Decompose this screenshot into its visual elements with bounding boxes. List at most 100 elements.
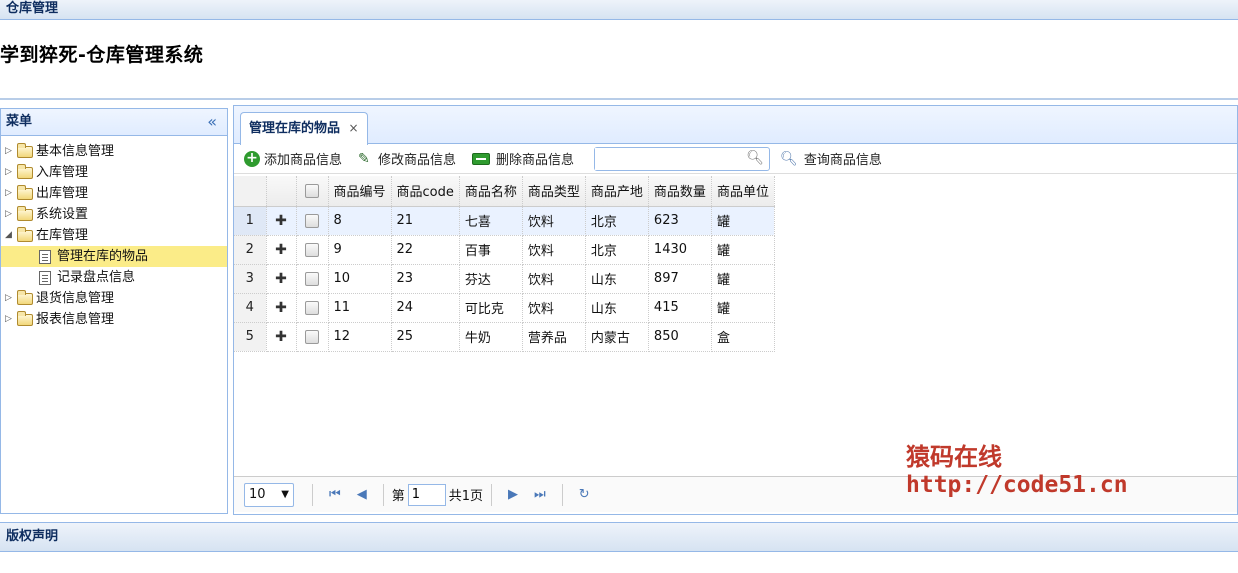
- row-number: 2: [234, 235, 267, 265]
- menu-tree: ▷ 基本信息管理 ▷ 入库管理 ▷ 出库管理 ▷ 系统设置 ◢ 在库管理 管理在…: [1, 136, 227, 330]
- column-header[interactable]: 商品数量: [648, 176, 712, 207]
- table-row[interactable]: 2 ✚ 9 22 百事 饮料 北京 1430 罐: [234, 235, 775, 265]
- page-size-select[interactable]: 10 ▼: [244, 482, 294, 507]
- cell-quantity: 850: [648, 322, 712, 352]
- cell-code: 22: [391, 235, 460, 265]
- menu-item-inbound[interactable]: ▷ 入库管理: [1, 162, 227, 183]
- table-row[interactable]: 3 ✚ 10 23 芬达 饮料 山东 897 罐: [234, 264, 775, 294]
- menu-item-reports[interactable]: ▷ 报表信息管理: [1, 309, 227, 330]
- delete-button[interactable]: 删除商品信息: [472, 149, 574, 168]
- menu-header: 菜单 «: [1, 109, 227, 136]
- table-header-row: 商品编号 商品code 商品名称 商品类型 商品产地 商品数量 商品单位: [234, 176, 775, 207]
- prev-page-icon[interactable]: ◀: [357, 487, 367, 502]
- expand-arrow-icon[interactable]: ▷: [5, 141, 17, 162]
- collapse-icon[interactable]: «: [207, 109, 217, 135]
- cell-quantity: 897: [648, 264, 712, 294]
- menu-item-label: 入库管理: [36, 165, 89, 180]
- side-menu: 菜单 « ▷ 基本信息管理 ▷ 入库管理 ▷ 出库管理 ▷ 系统设置 ◢ 在库管…: [0, 108, 228, 514]
- select-all-header: [296, 176, 329, 207]
- row-checkbox[interactable]: [305, 300, 319, 315]
- pencil-icon: ✎: [358, 150, 370, 167]
- watermark-url: http://code51.cn: [906, 472, 1128, 498]
- menu-item-label: 报表信息管理: [36, 312, 115, 327]
- row-number: 3: [234, 264, 267, 294]
- folder-icon: [17, 142, 33, 158]
- folder-icon: [17, 163, 33, 179]
- select-all-checkbox[interactable]: [305, 183, 319, 198]
- menu-item-returns[interactable]: ▷ 退货信息管理: [1, 288, 227, 309]
- open-folder-icon: [17, 226, 33, 242]
- row-checkbox-cell: [296, 264, 329, 294]
- expand-arrow-icon[interactable]: ▷: [5, 309, 17, 330]
- menu-item-basic-info[interactable]: ▷ 基本信息管理: [1, 141, 227, 162]
- menu-item-in-stock[interactable]: ◢ 在库管理: [1, 225, 227, 246]
- divider: [561, 483, 563, 506]
- menu-item-inventory-record[interactable]: 记录盘点信息: [1, 267, 227, 288]
- first-page-icon[interactable]: ⏮: [329, 487, 341, 502]
- menu-item-label: 记录盘点信息: [57, 270, 136, 285]
- column-header[interactable]: 商品名称: [459, 176, 523, 207]
- tab-manage-stock[interactable]: 管理在库的物品 ×: [240, 112, 368, 145]
- menu-item-outbound[interactable]: ▷ 出库管理: [1, 183, 227, 204]
- cell-name: 芬达: [459, 264, 523, 294]
- page-size-value: 10: [249, 486, 266, 502]
- expand-arrow-icon[interactable]: ▷: [5, 183, 17, 204]
- row-checkbox-cell: [296, 235, 329, 265]
- column-header[interactable]: 商品类型: [522, 176, 586, 207]
- row-checkbox[interactable]: [305, 213, 319, 228]
- cell-id: 10: [328, 264, 392, 294]
- query-label: 查询商品信息: [803, 153, 882, 168]
- menu-item-manage-stock[interactable]: 管理在库的物品: [1, 246, 227, 267]
- expand-arrow-icon[interactable]: ▷: [5, 204, 17, 225]
- cell-type: 饮料: [522, 206, 586, 236]
- divider: [491, 483, 492, 506]
- expand-row-icon[interactable]: ✚: [266, 264, 297, 294]
- row-checkbox[interactable]: [305, 271, 319, 286]
- menu-item-settings[interactable]: ▷ 系统设置: [1, 204, 227, 225]
- folder-icon: [17, 289, 33, 305]
- folder-icon: [17, 310, 33, 326]
- add-button[interactable]: + 添加商品信息: [244, 149, 342, 168]
- refresh-icon[interactable]: ↻: [579, 487, 590, 502]
- document-icon: [39, 249, 51, 264]
- column-header[interactable]: 商品单位: [711, 176, 775, 207]
- row-checkbox[interactable]: [305, 329, 319, 344]
- folder-icon: [17, 184, 33, 200]
- expand-row-icon[interactable]: ✚: [266, 206, 297, 236]
- expand-row-icon[interactable]: ✚: [266, 293, 297, 323]
- row-checkbox[interactable]: [305, 242, 319, 257]
- row-number: 1: [234, 206, 267, 236]
- goods-table: 商品编号 商品code 商品名称 商品类型 商品产地 商品数量 商品单位 1 ✚…: [234, 176, 775, 352]
- expand-arrow-icon[interactable]: ▷: [5, 288, 17, 309]
- cell-quantity: 623: [648, 206, 712, 236]
- tab-close-icon[interactable]: ×: [349, 121, 359, 135]
- cell-name: 可比克: [459, 293, 523, 323]
- cell-origin: 内蒙古: [585, 322, 649, 352]
- column-header[interactable]: 商品产地: [585, 176, 649, 207]
- search-icon[interactable]: 🔍︎: [746, 150, 764, 166]
- table-row[interactable]: 5 ✚ 12 25 牛奶 营养品 内蒙古 850 盒: [234, 322, 775, 352]
- column-header[interactable]: 商品code: [391, 176, 460, 207]
- page-total: 共1页: [448, 489, 483, 504]
- search-input[interactable]: [595, 147, 746, 170]
- cell-id: 9: [328, 235, 392, 265]
- table-row[interactable]: 1 ✚ 8 21 七喜 饮料 北京 623 罐: [234, 206, 775, 236]
- expand-row-icon[interactable]: ✚: [266, 235, 297, 265]
- next-page-icon[interactable]: ▶: [508, 487, 518, 502]
- data-grid: 商品编号 商品code 商品名称 商品类型 商品产地 商品数量 商品单位 1 ✚…: [234, 176, 775, 352]
- tab-label: 管理在库的物品: [249, 121, 341, 136]
- page-number-input[interactable]: [407, 483, 446, 506]
- cell-code: 21: [391, 206, 460, 236]
- cell-quantity: 1430: [648, 235, 712, 265]
- column-header[interactable]: 商品编号: [328, 176, 392, 207]
- cell-code: 24: [391, 293, 460, 323]
- main-panel: 管理在库的物品 × + 添加商品信息 ✎ 修改商品信息 删除商品信息 🔍︎ 🔍︎…: [233, 105, 1238, 515]
- expand-row-icon[interactable]: ✚: [266, 322, 297, 352]
- last-page-icon[interactable]: ⏭: [534, 487, 546, 502]
- expand-header: [266, 176, 297, 207]
- table-row[interactable]: 4 ✚ 11 24 可比克 饮料 山东 415 罐: [234, 293, 775, 323]
- expand-arrow-icon[interactable]: ▷: [5, 162, 17, 183]
- query-button[interactable]: 🔍︎ 查询商品信息: [780, 149, 882, 169]
- edit-button[interactable]: ✎ 修改商品信息: [358, 149, 456, 169]
- collapse-arrow-icon[interactable]: ◢: [5, 225, 17, 246]
